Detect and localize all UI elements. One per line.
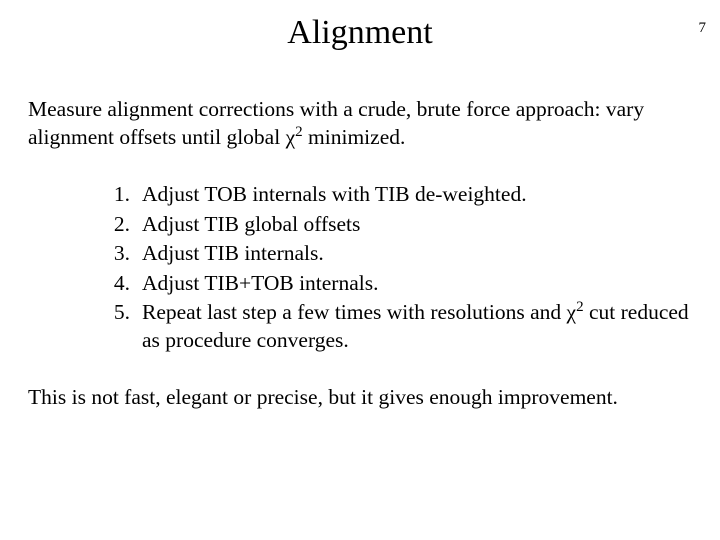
list-number: 5. (100, 299, 142, 354)
intro-text-2: minimized. (303, 125, 406, 149)
slide-body: Measure alignment corrections with a cru… (0, 96, 720, 412)
list-number: 3. (100, 240, 142, 268)
slide: 7 Alignment Measure alignment correction… (0, 14, 720, 540)
list-text: Adjust TIB internals. (142, 240, 692, 268)
list-number: 2. (100, 211, 142, 239)
chi-superscript: 2 (576, 299, 584, 315)
list-number: 1. (100, 181, 142, 209)
list-text: Adjust TOB internals with TIB de-weighte… (142, 181, 692, 209)
page-number: 7 (699, 20, 707, 37)
list-number: 4. (100, 270, 142, 298)
list-text: Adjust TIB global offsets (142, 211, 692, 239)
slide-title: Alignment (0, 14, 720, 52)
chi-symbol: χ (567, 300, 577, 324)
numbered-list: 1. Adjust TOB internals with TIB de-weig… (28, 181, 692, 354)
list-item: 4. Adjust TIB+TOB internals. (100, 270, 692, 298)
list-text: Repeat last step a few times with resolu… (142, 299, 692, 354)
list-item: 2. Adjust TIB global offsets (100, 211, 692, 239)
chi-superscript: 2 (295, 123, 303, 139)
intro-paragraph: Measure alignment corrections with a cru… (28, 96, 692, 151)
list-item: 3. Adjust TIB internals. (100, 240, 692, 268)
list-text: Adjust TIB+TOB internals. (142, 270, 692, 298)
step5-text-1: Repeat last step a few times with resolu… (142, 300, 567, 324)
list-item: 5. Repeat last step a few times with res… (100, 299, 692, 354)
closing-paragraph: This is not fast, elegant or precise, bu… (28, 384, 692, 412)
list-item: 1. Adjust TOB internals with TIB de-weig… (100, 181, 692, 209)
chi-symbol: χ (286, 125, 296, 149)
